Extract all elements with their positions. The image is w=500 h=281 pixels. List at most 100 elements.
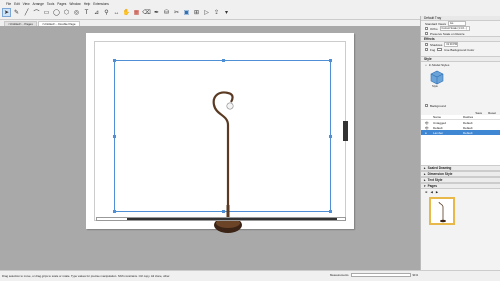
ortho-label: Ortho bbox=[430, 26, 438, 31]
prev-page-icon[interactable]: ◀ bbox=[431, 190, 433, 194]
pencil-tool-icon[interactable]: ✎ bbox=[12, 8, 21, 17]
menu-file[interactable]: File bbox=[6, 2, 11, 6]
chevron-right-icon: ▸ bbox=[424, 172, 426, 176]
layer-dashes: Default bbox=[463, 120, 473, 125]
standard-views-label: Standard Views bbox=[425, 21, 446, 26]
style-thumb-label: Style bbox=[432, 85, 438, 88]
save-button[interactable]: Save bbox=[475, 111, 482, 115]
menu-extensions[interactable]: Extensions bbox=[93, 2, 109, 6]
circle-tool-icon[interactable]: ◯ bbox=[52, 8, 61, 17]
fog-color-label: Use Background Color bbox=[444, 47, 475, 52]
fog-row: Fog Use Background Color bbox=[421, 47, 500, 52]
shadows-label: Shadows bbox=[430, 42, 443, 47]
section-label: Scaled Drawing bbox=[427, 166, 452, 170]
fog-label: Fog bbox=[430, 47, 436, 52]
add-page-icon[interactable]: ⊕ bbox=[425, 190, 428, 194]
pages-toolbar: ⊕ ◀ ▶ bbox=[421, 189, 500, 194]
style-dropdown[interactable]: In Model Styles bbox=[429, 63, 450, 67]
layer-dashes: Default bbox=[463, 130, 473, 135]
layer-name: Default bbox=[433, 125, 443, 130]
zoom-tool-icon[interactable]: ⚲ bbox=[102, 8, 111, 17]
eyedropper-tool-icon[interactable]: ✒ bbox=[152, 8, 161, 17]
shadows-time[interactable]: 01:00 PM bbox=[444, 42, 459, 47]
background-checkbox[interactable] bbox=[425, 104, 428, 107]
label-tool-icon[interactable]: ⊿ bbox=[92, 8, 101, 17]
menu-tools[interactable]: Tools bbox=[47, 2, 54, 6]
table-row[interactable]: 👁 Default Default bbox=[421, 125, 500, 130]
eye-icon[interactable]: 👁 bbox=[425, 126, 433, 130]
export-icon[interactable]: ⇪ bbox=[212, 8, 221, 17]
add-page-icon[interactable]: ⊞ bbox=[192, 8, 201, 17]
style-cube-icon[interactable] bbox=[429, 69, 445, 85]
shadows-checkbox[interactable] bbox=[425, 43, 428, 46]
zoom-level[interactable]: 91% bbox=[413, 273, 419, 277]
fog-checkbox[interactable] bbox=[425, 48, 428, 51]
rectangle-tool-icon[interactable]: ▭ bbox=[42, 8, 51, 17]
toolbar: ➤ ✎ ╱ ⌒ ▭ ◯ ⬡ ◎ T ⊿ ⚲ ↔ ✋ ▦ ⌫ ✒ ⛁ ✂ ▣ ⊞ … bbox=[0, 6, 420, 20]
eye-icon[interactable]: ● bbox=[425, 131, 433, 135]
pan-tool-icon[interactable]: ✋ bbox=[122, 8, 131, 17]
chevron-right-icon: ▸ bbox=[424, 166, 426, 170]
resize-handle[interactable] bbox=[113, 135, 116, 138]
resize-handle[interactable] bbox=[329, 135, 332, 138]
effects-title: Effects bbox=[424, 37, 435, 41]
reset-button[interactable]: Reset bbox=[488, 111, 496, 115]
page-thumbnail[interactable] bbox=[429, 197, 455, 225]
text-tool-icon[interactable]: T bbox=[82, 8, 91, 17]
chevron-down-icon: ▾ bbox=[424, 184, 426, 188]
next-page-icon[interactable]: ▶ bbox=[436, 190, 438, 194]
page-title-block bbox=[96, 217, 346, 221]
paint-tool-icon[interactable]: ⛁ bbox=[162, 8, 171, 17]
style-thumbnail-area: Style bbox=[421, 67, 500, 95]
background-row: Background bbox=[421, 103, 500, 108]
table-row[interactable]: 👁 Untagged Default bbox=[421, 120, 500, 125]
resize-handle[interactable] bbox=[113, 59, 116, 62]
presentation-icon[interactable]: ▣ bbox=[182, 8, 191, 17]
line-tool-icon[interactable]: ╱ bbox=[22, 8, 31, 17]
dimension-tool-icon[interactable]: ↔ bbox=[112, 8, 121, 17]
polygon-tool-icon[interactable]: ⬡ bbox=[62, 8, 71, 17]
measurements-label: Measurements bbox=[330, 273, 349, 277]
fog-color-swatch[interactable] bbox=[437, 48, 443, 51]
measurements-box: Measurements 91% bbox=[330, 273, 418, 277]
offset-tool-icon[interactable]: ◎ bbox=[72, 8, 81, 17]
menu-view[interactable]: View bbox=[23, 2, 30, 6]
section-label: Dimension Style bbox=[427, 172, 453, 176]
resize-handle[interactable] bbox=[329, 210, 332, 213]
more-tools-icon[interactable]: ▾ bbox=[222, 8, 231, 17]
default-tray: Default Tray Standard Views Iso Ortho Cu… bbox=[420, 16, 500, 270]
table-row[interactable]: ● Lamber Default bbox=[421, 130, 500, 135]
layer-name: Lamber bbox=[433, 130, 444, 135]
scale-select[interactable]: Current Scale (1:1.6...) bbox=[439, 26, 470, 31]
resize-handle[interactable] bbox=[329, 59, 332, 62]
floor-lamp-model[interactable] bbox=[200, 85, 248, 236]
section-label: Text Style bbox=[427, 178, 443, 182]
menu-edit[interactable]: Edit bbox=[14, 2, 20, 6]
home-icon[interactable]: ⌂ bbox=[425, 63, 427, 67]
title-block-band bbox=[127, 218, 337, 220]
header-dashes: Dashes bbox=[463, 115, 474, 119]
select-tool-icon[interactable]: ➤ bbox=[2, 8, 11, 17]
table-tool-icon[interactable]: ▦ bbox=[132, 8, 141, 17]
style-title: Style bbox=[424, 57, 432, 61]
preserve-scale-label: Preserve Scale on Resize bbox=[430, 31, 465, 36]
resize-handle[interactable] bbox=[222, 59, 225, 62]
menu-help[interactable]: Help bbox=[84, 2, 91, 6]
drawing-canvas[interactable] bbox=[0, 26, 420, 270]
ortho-checkbox[interactable] bbox=[425, 27, 428, 30]
menu-arrange[interactable]: Arrange bbox=[33, 2, 44, 6]
resize-handle[interactable] bbox=[113, 210, 116, 213]
layer-dashes: Default bbox=[463, 125, 473, 130]
preserve-scale-checkbox[interactable] bbox=[425, 32, 428, 35]
menu-window[interactable]: Window bbox=[69, 2, 80, 6]
eye-icon[interactable]: 👁 bbox=[425, 121, 433, 125]
menu-pages[interactable]: Pages bbox=[57, 2, 66, 6]
side-tab[interactable] bbox=[343, 121, 348, 141]
measurements-input[interactable] bbox=[350, 273, 411, 277]
status-bar: Drag selection to move, or drag grips to… bbox=[0, 270, 500, 281]
arc-tool-icon[interactable]: ⌒ bbox=[32, 8, 41, 17]
next-page-icon[interactable]: ▷ bbox=[202, 8, 211, 17]
eraser-tool-icon[interactable]: ⌫ bbox=[142, 8, 151, 17]
header-name: Name bbox=[433, 115, 442, 119]
split-tool-icon[interactable]: ✂ bbox=[172, 8, 181, 17]
